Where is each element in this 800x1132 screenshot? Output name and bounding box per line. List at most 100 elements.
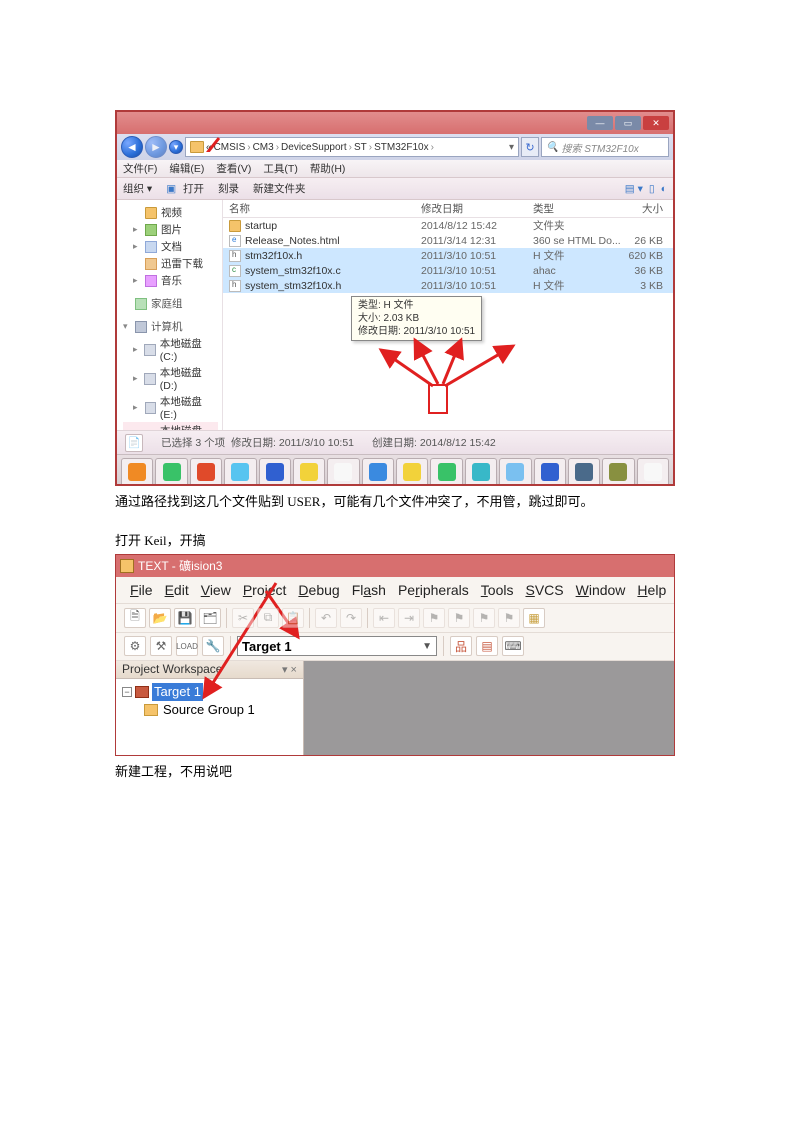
- view-mode-button[interactable]: ▤ ▾: [625, 183, 643, 195]
- keil-menu-debug[interactable]: Debug: [294, 580, 343, 600]
- tb-cut[interactable]: ✂: [232, 608, 254, 628]
- keil-menu-view[interactable]: View: [197, 580, 235, 600]
- taskbar-item[interactable]: [155, 458, 187, 484]
- tree-label-target[interactable]: Target 1: [152, 683, 203, 701]
- nav-back-button[interactable]: ◄: [121, 136, 143, 158]
- preview-pane-button[interactable]: ▯: [649, 183, 655, 195]
- tb-redo[interactable]: ↷: [340, 608, 362, 628]
- keil-titlebar[interactable]: TEXT - 礦ision3: [116, 555, 674, 577]
- breadcrumb[interactable]: DeviceSupport: [281, 142, 347, 153]
- tb-save[interactable]: 💾: [174, 608, 196, 628]
- taskbar-item[interactable]: [293, 458, 325, 484]
- nav-disk-d[interactable]: 本地磁盘 (D:): [160, 365, 218, 392]
- window-maximize-button[interactable]: ▭: [615, 116, 641, 130]
- menu-help[interactable]: 帮助(H): [310, 161, 346, 176]
- tb-build[interactable]: ⚙: [124, 636, 146, 656]
- taskbar-item[interactable]: [259, 458, 291, 484]
- tb-bookmark-next[interactable]: ⚑: [473, 608, 495, 628]
- tb-paste[interactable]: 📋: [282, 608, 304, 628]
- tree-label-group[interactable]: Source Group 1: [161, 701, 257, 719]
- nav-computer[interactable]: 计算机: [151, 319, 183, 334]
- nav-disk-c[interactable]: 本地磁盘 (C:): [160, 336, 218, 363]
- address-dropdown-icon[interactable]: ▾: [509, 142, 514, 153]
- nav-forward-button[interactable]: ►: [145, 136, 167, 158]
- tb-indent-right[interactable]: ⇥: [398, 608, 420, 628]
- target-combo[interactable]: Target 1 ▼: [237, 636, 437, 656]
- tb-open[interactable]: 📂: [149, 608, 171, 628]
- taskbar-item[interactable]: [430, 458, 462, 484]
- nav-disk-e[interactable]: 本地磁盘 (E:): [160, 394, 218, 421]
- keil-menu-edit[interactable]: Edit: [161, 580, 193, 600]
- file-row[interactable]: stm32f10x.h2011/3/10 10:51H 文件620 KB: [223, 248, 673, 263]
- keil-menu-tools[interactable]: Tools: [477, 580, 518, 600]
- taskbar-item[interactable]: [568, 458, 600, 484]
- menu-edit[interactable]: 编辑(E): [169, 161, 204, 176]
- menu-view[interactable]: 查看(V): [216, 161, 251, 176]
- menu-file[interactable]: 文件(F): [123, 161, 157, 176]
- tb-bookmark[interactable]: ⚑: [423, 608, 445, 628]
- address-input[interactable]: « CMSIS› CM3› DeviceSupport› ST› STM32F1…: [185, 137, 519, 157]
- taskbar-item[interactable]: [465, 458, 497, 484]
- tb-indent-left[interactable]: ⇤: [373, 608, 395, 628]
- breadcrumb[interactable]: CM3: [253, 142, 274, 153]
- nav-history-button[interactable]: ▾: [169, 140, 183, 154]
- tree-root[interactable]: − Target 1: [122, 683, 297, 701]
- nav-item-pictures[interactable]: 图片: [161, 222, 182, 237]
- tb-x3[interactable]: ⌨: [502, 636, 524, 656]
- taskbar-item[interactable]: [190, 458, 222, 484]
- workspace-close-button[interactable]: ▾ ×: [282, 663, 297, 676]
- window-close-button[interactable]: ✕: [643, 116, 669, 130]
- help-button[interactable]: ◐: [661, 183, 667, 195]
- cmd-newfolder[interactable]: 新建文件夹: [253, 181, 306, 196]
- tb-bookmark-clear[interactable]: ⚑: [498, 608, 520, 628]
- col-date[interactable]: 修改日期: [421, 201, 533, 216]
- refresh-button[interactable]: ↻: [521, 137, 539, 157]
- taskbar-item[interactable]: [224, 458, 256, 484]
- explorer-titlebar[interactable]: — ▭ ✕: [117, 112, 673, 134]
- tb-saveall[interactable]: 🗂: [199, 608, 221, 628]
- taskbar-item[interactable]: [327, 458, 359, 484]
- keil-menu-window[interactable]: Window: [572, 580, 630, 600]
- tb-rebuild[interactable]: ⚒: [150, 636, 172, 656]
- tb-bookmark-prev[interactable]: ⚑: [448, 608, 470, 628]
- breadcrumb[interactable]: CMSIS: [214, 142, 246, 153]
- file-row[interactable]: startup2014/8/12 15:42文件夹: [223, 218, 673, 233]
- taskbar-item[interactable]: [534, 458, 566, 484]
- col-type[interactable]: 类型: [533, 201, 623, 216]
- keil-menu-help[interactable]: Help: [633, 580, 670, 600]
- tb-download[interactable]: LOAD: [176, 636, 198, 656]
- file-row[interactable]: Release_Notes.html2011/3/14 12:31360 se …: [223, 233, 673, 248]
- tb-undo[interactable]: ↶: [315, 608, 337, 628]
- taskbar-item[interactable]: [637, 458, 669, 484]
- nav-item-music[interactable]: 音乐: [161, 273, 182, 288]
- keil-menu-project[interactable]: Project: [239, 580, 291, 600]
- cmd-open[interactable]: ▣ 打开: [166, 181, 204, 196]
- tb-target-options[interactable]: 🔧: [202, 636, 224, 656]
- keil-menu-file[interactable]: File: [126, 580, 157, 600]
- cmd-organize[interactable]: 组织 ▾: [123, 181, 152, 196]
- file-row[interactable]: system_stm32f10x.c2011/3/10 10:51ahac36 …: [223, 263, 673, 278]
- tree-child[interactable]: Source Group 1: [122, 701, 297, 719]
- tb-x1[interactable]: 品: [450, 636, 472, 656]
- tb-new[interactable]: 🗎: [124, 608, 146, 628]
- nav-homegroup[interactable]: 家庭组: [151, 296, 183, 311]
- window-minimize-button[interactable]: —: [587, 116, 613, 130]
- breadcrumb[interactable]: ST: [354, 142, 367, 153]
- nav-item-video[interactable]: 视频: [161, 205, 182, 220]
- tb-copy[interactable]: ⧉: [257, 608, 279, 628]
- cmd-burn[interactable]: 刻录: [218, 181, 239, 196]
- nav-disk-f[interactable]: 本地磁盘 (F:): [160, 423, 218, 430]
- nav-item-documents[interactable]: 文档: [161, 239, 182, 254]
- taskbar-item[interactable]: [121, 458, 153, 484]
- keil-menu-peripherals[interactable]: Peripherals: [394, 580, 473, 600]
- col-size[interactable]: 大小: [623, 201, 667, 216]
- menu-tools[interactable]: 工具(T): [263, 161, 297, 176]
- breadcrumb[interactable]: STM32F10x: [374, 142, 428, 153]
- file-row[interactable]: system_stm32f10x.h2011/3/10 10:51H 文件3 K…: [223, 278, 673, 293]
- nav-item-xunlei[interactable]: 迅雷下载: [161, 256, 203, 271]
- tree-expand-icon[interactable]: −: [122, 687, 132, 697]
- col-name[interactable]: 名称: [229, 201, 421, 216]
- tb-x2[interactable]: ▤: [476, 636, 498, 656]
- tb-options[interactable]: ▦: [523, 608, 545, 628]
- taskbar-item[interactable]: [602, 458, 634, 484]
